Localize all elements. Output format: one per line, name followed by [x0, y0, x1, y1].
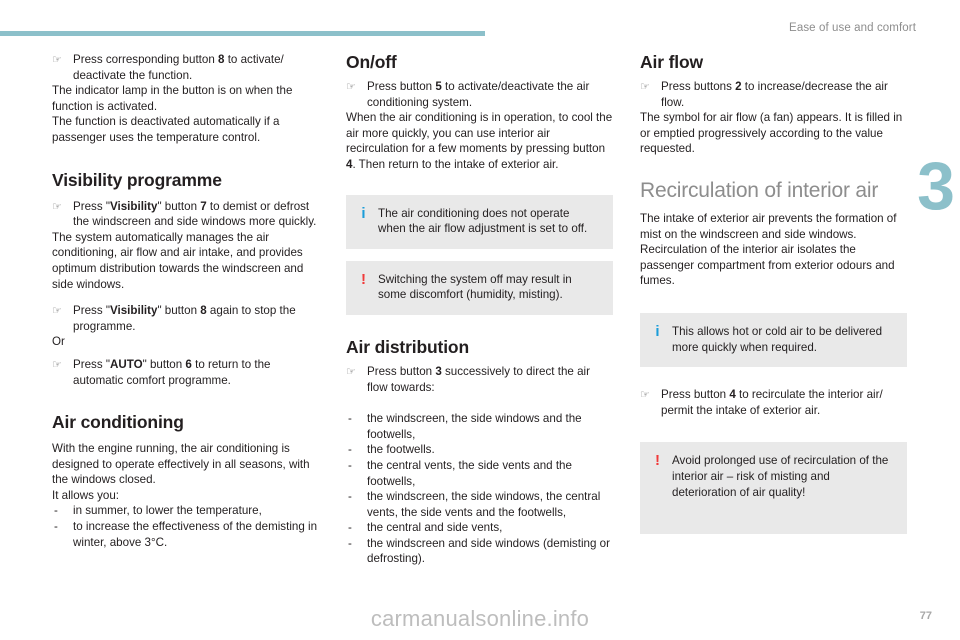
paragraph-cool-air-quickly: When the air conditioning is in operatio… [346, 110, 613, 172]
paragraph-fan-symbol: The symbol for air flow (a fan) appears.… [640, 111, 903, 156]
action-press-buttons-2: ☞ Press buttons 2 to increase/decrease t… [640, 79, 907, 110]
pointing-hand-icon: ☞ [640, 81, 650, 93]
dash-icon: - [348, 443, 352, 457]
page-number: 77 [919, 610, 932, 622]
action-press-button-8: ☞ Press corresponding button 8 to activa… [52, 52, 319, 83]
dash-icon: - [348, 521, 352, 535]
action-press-button-3: ☞ Press button 3 successively to direct … [346, 364, 613, 395]
list-item: - the footwells. [346, 442, 613, 458]
paragraph-exterior-air-intake: The intake of exterior air prevents the … [640, 211, 897, 288]
paragraph-it-allows-you: It allows you: [52, 488, 120, 502]
action-label-auto: AUTO [109, 357, 143, 371]
list-item-label: the windscreen and side windows (demisti… [367, 536, 610, 566]
action-text-pre: Press button [367, 364, 436, 378]
list-item-label: to increase the effectiveness of the dem… [73, 520, 318, 549]
action-press-auto-6: ☞ Press "AUTO" button 6 to return to the… [52, 357, 319, 388]
warning-box-prolonged-recirculation: ! Avoid prolonged use of recirculation o… [640, 442, 907, 535]
dash-icon: - [348, 536, 352, 550]
action-text-pre: Press button [367, 80, 436, 93]
pointing-hand-icon: ☞ [346, 365, 356, 378]
action-text-mid: " button [157, 304, 201, 318]
running-head: Ease of use and comfort [789, 22, 916, 34]
action-text-pre: Press " [73, 199, 110, 213]
manual-page: Ease of use and comfort 3 ☞ Press corres… [0, 0, 960, 640]
info-icon: i [361, 204, 366, 222]
heading-air-distribution: Air distribution [346, 336, 470, 357]
action-label-visibility: Visibility [109, 304, 158, 318]
list-item-label: the windscreen, the side windows and the… [367, 412, 582, 441]
action-text-pre: Press corresponding button [73, 53, 219, 66]
pointing-hand-icon: ☞ [52, 305, 62, 318]
list-item: - the central vents, the side vents and t… [346, 458, 613, 489]
action-text-pre: Press buttons [661, 80, 736, 93]
pointing-hand-icon: ☞ [52, 54, 62, 66]
list-item-label: the footwells. [367, 443, 435, 457]
action-text-pre: Press button [661, 388, 730, 402]
list-item: - the central and side vents, [346, 520, 613, 536]
warning-box-text: Avoid prolonged use of recirculation of … [672, 454, 889, 499]
action-text-pre: Press " [73, 357, 110, 371]
info-box-hot-cold-air: i This allows hot or cold air to be deli… [640, 312, 907, 368]
list-item: - in summer, to lower the temperature, [52, 503, 319, 519]
action-text-mid: " button [157, 199, 201, 213]
list-item-label: the windscreen, the side windows, the ce… [367, 490, 601, 519]
header-rule [0, 31, 485, 36]
info-box-text: The air conditioning does not operate wh… [378, 206, 588, 236]
list-item-label: the central and side vents, [367, 521, 503, 535]
paragraph-deactivated-automatically: The function is deactivated automaticall… [52, 115, 280, 144]
action-text-mid: " button [142, 357, 186, 371]
pointing-hand-icon: ☞ [346, 81, 356, 93]
paragraph-engine-running: With the engine running, the air conditi… [52, 442, 310, 487]
dash-icon: - [348, 490, 352, 504]
dash-icon: - [54, 504, 58, 518]
right-column: Air flow ☞ Press buttons 2 to increase/d… [640, 52, 907, 567]
heading-visibility-programme: Visibility programme [52, 169, 222, 190]
dash-icon: - [348, 458, 352, 472]
list-item: - the windscreen and side windows (demist… [346, 536, 613, 567]
list-item-label: the central vents, the side vents and th… [367, 458, 572, 488]
info-box-text: This allows hot or cold air to be delive… [672, 324, 883, 354]
site-watermark: carmanualsonline.info [370, 606, 590, 631]
chapter-number: 3 [917, 148, 955, 224]
warning-box-switching-off: ! Switching the system off may result in… [346, 260, 613, 315]
heading-air-flow: Air flow [640, 52, 703, 72]
pointing-hand-icon: ☞ [640, 389, 650, 402]
action-press-visibility-8: ☞ Press "Visibility" button 8 again to s… [52, 303, 319, 334]
paragraph-text-a: When the air conditioning is in operatio… [346, 111, 613, 156]
list-item: - the windscreen, the side windows and th… [346, 411, 613, 442]
warning-icon: ! [655, 452, 660, 470]
paragraph-or: Or [52, 335, 65, 349]
info-box-air-flow-off: i The air conditioning does not operate … [346, 194, 613, 249]
left-column: ☞ Press corresponding button 8 to activa… [52, 52, 319, 567]
warning-icon: ! [361, 270, 366, 288]
list-air-conditioning-benefits: - in summer, to lower the temperature, - t… [52, 503, 319, 550]
action-press-button-4: ☞ Press button 4 to recirculate the inte… [640, 387, 907, 418]
heading-on-off: On/off [346, 52, 397, 72]
column-layout: ☞ Press corresponding button 8 to activa… [52, 52, 907, 567]
list-air-distribution-modes: - the windscreen, the side windows and th… [346, 411, 613, 567]
paragraph-indicator-lamp: The indicator lamp in the button is on w… [52, 84, 293, 113]
dash-icon: - [348, 412, 352, 426]
action-press-visibility-7: ☞ Press "Visibility" button 7 to demist … [52, 199, 319, 230]
dash-icon: - [54, 520, 58, 534]
action-label-visibility: Visibility [109, 199, 158, 213]
paragraph-text-b: . Then return to the intake of exterior … [352, 157, 559, 171]
pointing-hand-icon: ☞ [52, 358, 62, 371]
paragraph-system-manages: The system automatically manages the air… [52, 230, 304, 291]
heading-recirculation-of-interior-air: Recirculation of interior air [640, 178, 879, 202]
action-text-pre: Press " [73, 304, 110, 318]
list-item: - the windscreen, the side windows, the c… [346, 489, 613, 520]
warning-box-text: Switching the system off may result in s… [378, 272, 572, 302]
info-icon: i [655, 322, 660, 340]
middle-column: On/off ☞ Press button 5 to activate/deac… [346, 52, 613, 567]
pointing-hand-icon: ☞ [52, 200, 62, 213]
list-item: - to increase the effectiveness of the de… [52, 519, 319, 550]
heading-air-conditioning: Air conditioning [52, 412, 184, 433]
list-item-label: in summer, to lower the temperature, [73, 504, 262, 518]
action-press-button-5: ☞ Press button 5 to activate/deactivate … [346, 79, 613, 110]
